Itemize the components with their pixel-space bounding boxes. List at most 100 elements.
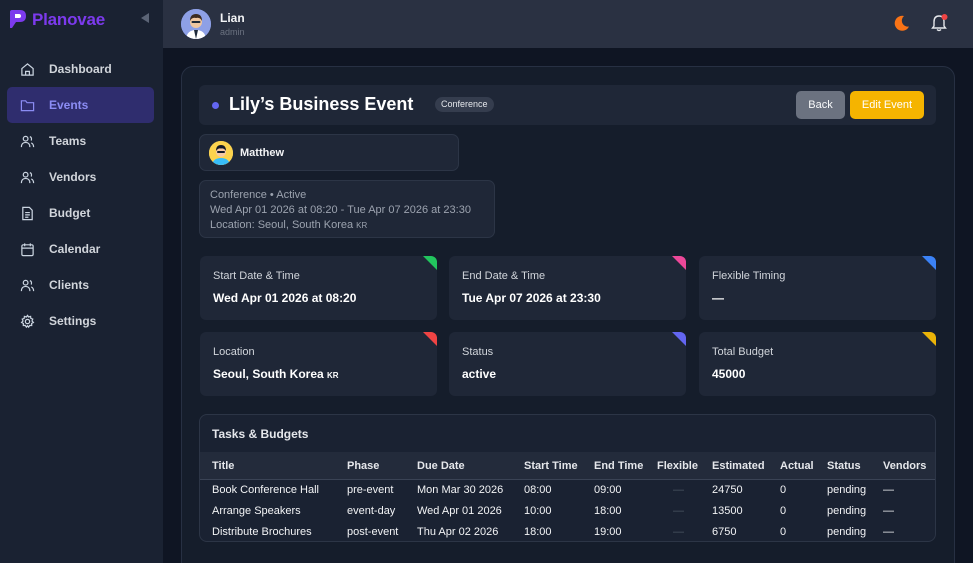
stat-accent bbox=[672, 332, 686, 346]
column-header: Vendors bbox=[883, 460, 927, 472]
stat-accent bbox=[922, 256, 936, 270]
cell-due-date: Mon Mar 30 2026 bbox=[417, 484, 504, 496]
sidebar-nav: Dashboard Events Teams Vendors Budget Ca… bbox=[7, 51, 154, 339]
cell-title: Distribute Brochures bbox=[212, 526, 312, 538]
summary-location-text: Location: Seoul, South Korea bbox=[210, 219, 354, 231]
sidebar-item-clients[interactable]: Clients bbox=[7, 267, 154, 303]
stat-accent bbox=[423, 332, 437, 346]
client-avatar-icon bbox=[209, 141, 233, 165]
column-header: Due Date bbox=[417, 460, 465, 472]
sidebar-item-label: Vendors bbox=[49, 170, 97, 184]
avatar[interactable] bbox=[181, 9, 211, 39]
user-name: Lian bbox=[220, 11, 245, 25]
tasks-table-card: Tasks & Budgets Title Phase Due Date Sta… bbox=[199, 414, 936, 542]
column-header: Estimated bbox=[712, 460, 765, 472]
stat-label: Status bbox=[462, 346, 494, 358]
cell-actual: 0 bbox=[780, 526, 787, 538]
event-summary: Conference • Active Wed Apr 01 2026 at 0… bbox=[199, 180, 495, 238]
table-row[interactable]: Distribute Brochures post-event Thu Apr … bbox=[200, 522, 935, 541]
folder-icon bbox=[20, 99, 35, 111]
cell-start-time: 18:00 bbox=[524, 526, 552, 538]
tasks-title: Tasks & Budgets bbox=[212, 427, 309, 441]
stat-label: Total Budget bbox=[712, 346, 774, 358]
brand-logo-icon bbox=[10, 10, 26, 28]
calendar-icon bbox=[21, 242, 34, 256]
moon-icon[interactable] bbox=[893, 14, 911, 32]
cell-vendors: — bbox=[883, 484, 894, 496]
stat-card-budget: Total Budget 45000 bbox=[699, 332, 936, 396]
stat-card-status: Status active bbox=[449, 332, 686, 396]
cell-due-date: Wed Apr 01 2026 bbox=[417, 505, 502, 517]
cell-status: pending bbox=[827, 526, 867, 538]
stat-label: Flexible Timing bbox=[712, 270, 786, 282]
sidebar-item-vendors[interactable]: Vendors bbox=[7, 159, 154, 195]
cell-due-date: Thu Apr 02 2026 bbox=[417, 526, 499, 538]
cell-start-time: 08:00 bbox=[524, 484, 552, 496]
sidebar-item-label: Teams bbox=[49, 134, 87, 148]
table-row[interactable]: Book Conference Hall pre-event Mon Mar 3… bbox=[200, 480, 935, 501]
sidebar-item-label: Clients bbox=[49, 278, 90, 292]
cell-estimated: 6750 bbox=[712, 526, 737, 538]
client-avatar bbox=[209, 141, 233, 165]
document-icon bbox=[22, 206, 33, 220]
sidebar-item-events[interactable]: Events bbox=[7, 87, 154, 123]
edit-event-button[interactable]: Edit Event bbox=[850, 91, 924, 119]
status-dot bbox=[212, 102, 219, 109]
sidebar-item-budget[interactable]: Budget bbox=[7, 195, 154, 231]
column-header: Phase bbox=[347, 460, 380, 472]
sidebar-item-label: Dashboard bbox=[49, 62, 112, 76]
cell-actual: 0 bbox=[780, 484, 787, 496]
client-name: Matthew bbox=[240, 147, 284, 159]
table-header: Title Phase Due Date Start Time End Time… bbox=[200, 452, 935, 480]
gear-icon bbox=[20, 313, 35, 328]
cell-end-time: 19:00 bbox=[594, 526, 622, 538]
column-header: End Time bbox=[594, 460, 644, 472]
sidebar-item-teams[interactable]: Teams bbox=[7, 123, 154, 159]
cell-flexible: — bbox=[673, 526, 684, 538]
users-icon bbox=[20, 135, 35, 147]
cell-phase: post-event bbox=[347, 526, 399, 538]
stat-card-end: End Date & Time Tue Apr 07 2026 at 23:30 bbox=[449, 256, 686, 320]
cell-phase: pre-event bbox=[347, 484, 394, 496]
stat-card-start: Start Date & Time Wed Apr 01 2026 at 08:… bbox=[200, 256, 437, 320]
summary-location: Location: Seoul, South Korea KR bbox=[210, 218, 494, 233]
table-row[interactable]: Arrange Speakers event-day Wed Apr 01 20… bbox=[200, 501, 935, 522]
stat-card-flexible: Flexible Timing — bbox=[699, 256, 936, 320]
brand[interactable]: Planovae bbox=[8, 9, 105, 31]
column-header: Title bbox=[212, 460, 235, 472]
bell-icon[interactable] bbox=[930, 13, 948, 33]
back-button[interactable]: Back bbox=[796, 91, 845, 119]
stat-accent bbox=[672, 256, 686, 270]
summary-dates: Wed Apr 01 2026 at 08:20 - Tue Apr 07 20… bbox=[210, 204, 471, 216]
cell-title: Arrange Speakers bbox=[212, 505, 301, 517]
stat-value: Wed Apr 01 2026 at 08:20 bbox=[213, 291, 357, 305]
sidebar-item-label: Events bbox=[49, 98, 89, 112]
cell-status: pending bbox=[827, 505, 867, 517]
stat-value: Tue Apr 07 2026 at 23:30 bbox=[462, 291, 601, 305]
users-icon bbox=[20, 279, 35, 291]
user-avatar-icon bbox=[181, 9, 211, 39]
cell-phase: event-day bbox=[347, 505, 396, 517]
cell-title: Book Conference Hall bbox=[212, 484, 320, 496]
stat-value: Seoul, South Korea KR bbox=[213, 367, 339, 381]
page-title: Lily’s Business Event bbox=[229, 94, 414, 114]
country-code: KR bbox=[356, 221, 368, 230]
sidebar-item-calendar[interactable]: Calendar bbox=[7, 231, 154, 267]
cell-flexible: — bbox=[673, 505, 684, 517]
column-header: Status bbox=[827, 460, 861, 472]
cell-vendors: — bbox=[883, 526, 894, 538]
sidebar: Planovae Dashboard Events Teams Vendors … bbox=[0, 0, 163, 563]
topbar: Lian admin bbox=[163, 0, 973, 48]
stat-value-text: Seoul, South Korea bbox=[213, 367, 324, 381]
sidebar-item-dashboard[interactable]: Dashboard bbox=[7, 51, 154, 87]
cell-estimated: 24750 bbox=[712, 484, 743, 496]
stat-value: active bbox=[462, 367, 497, 381]
sidebar-item-settings[interactable]: Settings bbox=[7, 303, 154, 339]
stat-value: 45000 bbox=[712, 367, 746, 381]
users-icon bbox=[20, 171, 35, 183]
cell-estimated: 13500 bbox=[712, 505, 743, 517]
brand-name: Planovae bbox=[32, 10, 106, 29]
client-chip[interactable]: Matthew bbox=[199, 134, 459, 171]
collapse-sidebar-icon[interactable] bbox=[141, 13, 149, 23]
user-role: admin bbox=[220, 27, 245, 37]
